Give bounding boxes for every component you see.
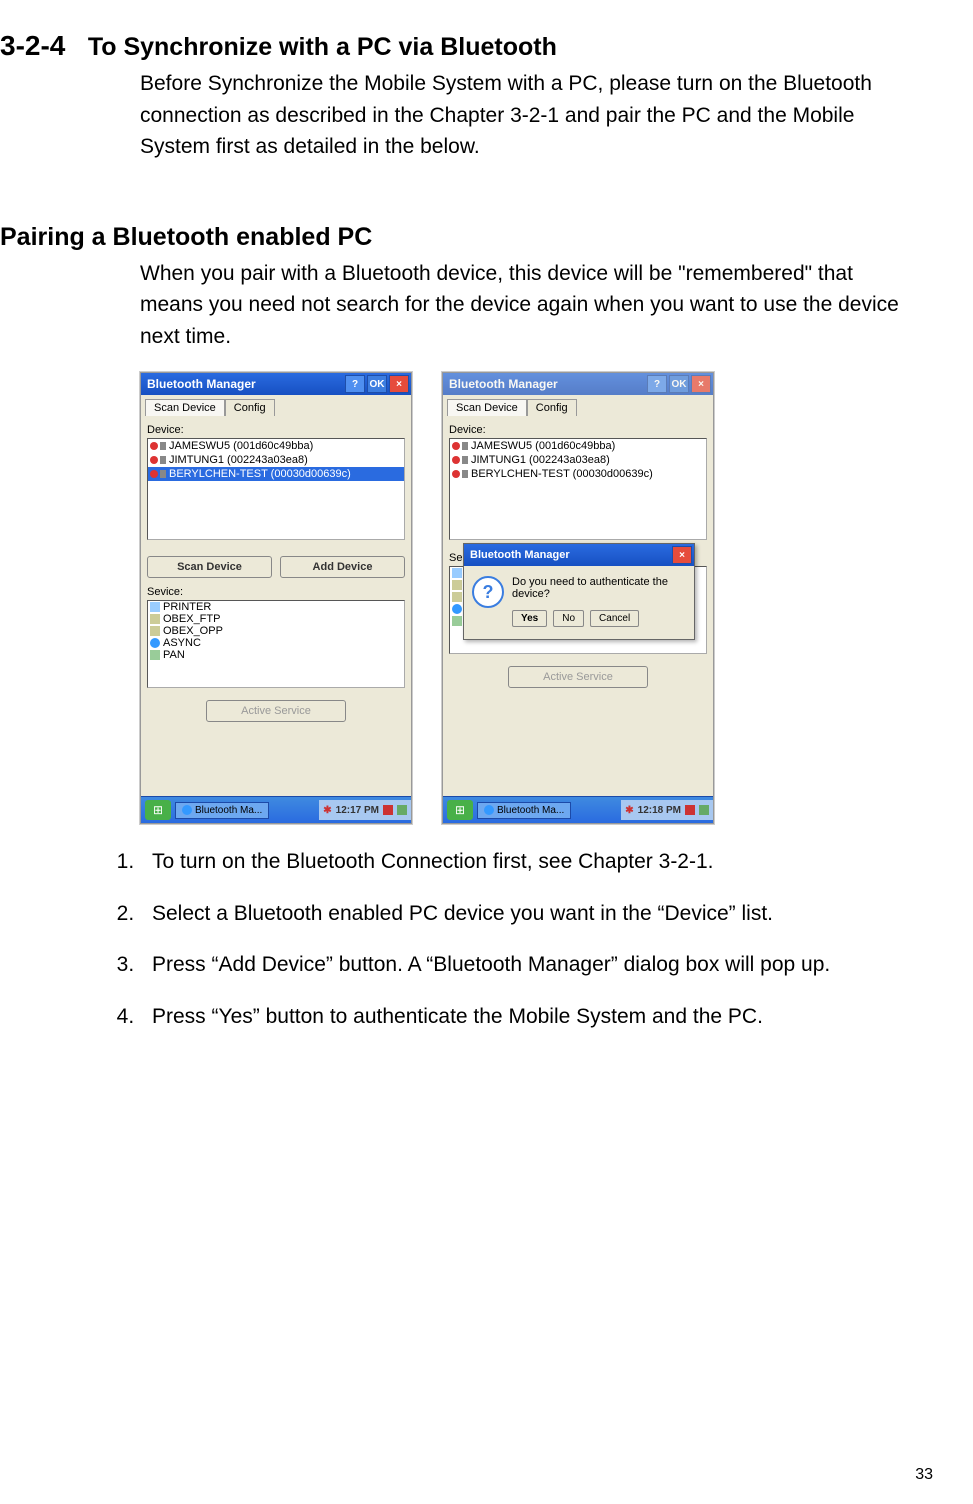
device-label: Device: <box>449 424 707 436</box>
list-item: PRINTER <box>148 601 404 613</box>
step-item: Press “Yes” button to authenticate the M… <box>140 1000 913 1034</box>
list-item[interactable]: JIMTUNG1 (002243a03ea8) <box>148 453 404 467</box>
close-button[interactable]: × <box>691 375 711 393</box>
tray-icon <box>699 805 709 815</box>
list-item[interactable]: JIMTUNG1 (002243a03ea8) <box>450 453 706 467</box>
dialog-message: Do you need to authenticate the device? <box>512 576 686 600</box>
list-item[interactable]: BERYLCHEN-TEST (00030d00639c) <box>450 467 706 481</box>
ok-button[interactable]: OK <box>669 375 689 393</box>
tab-config[interactable]: Config <box>527 399 577 416</box>
start-button[interactable]: ⊞ <box>447 800 473 820</box>
tray-time: 12:18 PM <box>638 805 681 816</box>
step-item: To turn on the Bluetooth Connection firs… <box>140 845 913 879</box>
tray-icon <box>685 805 695 815</box>
intro-paragraph: Before Synchronize the Mobile System wit… <box>140 68 913 163</box>
authenticate-dialog: Bluetooth Manager × ? Do you need to aut… <box>463 543 695 640</box>
system-tray[interactable]: ✱ 12:17 PM <box>319 800 411 820</box>
tray-time: 12:17 PM <box>336 805 379 816</box>
tray-icon: ✱ <box>625 805 633 816</box>
window-title: Bluetooth Manager <box>449 377 558 391</box>
screenshot-1: Bluetooth Manager ? OK × Scan Device Con… <box>140 372 412 824</box>
list-item: PAN <box>148 649 404 661</box>
system-tray[interactable]: ✱ 12:18 PM <box>621 800 713 820</box>
taskbar: ⊞ Bluetooth Ma... ✱ 12:17 PM <box>141 796 411 823</box>
add-device-button[interactable]: Add Device <box>280 556 405 578</box>
list-item[interactable]: JAMESWU5 (001d60c49bba) <box>148 439 404 453</box>
section-header: 3-2-4 To Synchronize with a PC via Bluet… <box>0 30 913 62</box>
question-icon: ? <box>472 576 504 608</box>
taskbar: ⊞ Bluetooth Ma... ✱ 12:18 PM <box>443 796 713 823</box>
list-item: ASYNC <box>148 637 404 649</box>
close-button[interactable]: × <box>389 375 409 393</box>
list-item[interactable]: JAMESWU5 (001d60c49bba) <box>450 439 706 453</box>
device-list[interactable]: JAMESWU5 (001d60c49bba) JIMTUNG1 (002243… <box>147 438 405 540</box>
tab-scan-device[interactable]: Scan Device <box>145 399 225 416</box>
service-list[interactable]: PRINTER OBEX_FTP OBEX_OPP ASYNC PAN <box>147 600 405 688</box>
pairing-intro: When you pair with a Bluetooth device, t… <box>140 258 913 353</box>
active-service-button[interactable]: Active Service <box>206 700 346 722</box>
titlebar: Bluetooth Manager ? OK × <box>443 373 713 395</box>
page-number: 33 <box>915 1466 933 1484</box>
tab-config[interactable]: Config <box>225 399 275 416</box>
step-item: Select a Bluetooth enabled PC device you… <box>140 897 913 931</box>
no-button[interactable]: No <box>553 610 584 627</box>
list-item: OBEX_FTP <box>148 613 404 625</box>
help-button[interactable]: ? <box>647 375 667 393</box>
ok-button[interactable]: OK <box>367 375 387 393</box>
screenshot-2: Bluetooth Manager ? OK × Scan Device Con… <box>442 372 714 824</box>
window-title: Bluetooth Manager <box>147 377 256 391</box>
yes-button[interactable]: Yes <box>512 610 547 627</box>
tab-strip: Scan Device Config <box>145 399 407 416</box>
list-item-selected[interactable]: BERYLCHEN-TEST (00030d00639c) <box>148 467 404 481</box>
steps-list: To turn on the Bluetooth Connection firs… <box>100 845 913 1033</box>
screenshot-row: Bluetooth Manager ? OK × Scan Device Con… <box>140 372 913 824</box>
tray-icon <box>383 805 393 815</box>
help-button[interactable]: ? <box>345 375 365 393</box>
device-label: Device: <box>147 424 405 436</box>
scan-device-button[interactable]: Scan Device <box>147 556 272 578</box>
titlebar: Bluetooth Manager ? OK × <box>141 373 411 395</box>
dialog-close-button[interactable]: × <box>672 546 692 564</box>
pairing-heading: Pairing a Bluetooth enabled PC <box>0 223 913 252</box>
start-button[interactable]: ⊞ <box>145 800 171 820</box>
taskbar-app[interactable]: Bluetooth Ma... <box>175 802 269 819</box>
tray-icon <box>397 805 407 815</box>
step-item: Press “Add Device” button. A “Bluetooth … <box>140 948 913 982</box>
taskbar-app[interactable]: Bluetooth Ma... <box>477 802 571 819</box>
tab-strip: Scan Device Config <box>447 399 709 416</box>
tray-icon: ✱ <box>323 805 331 816</box>
list-item: OBEX_OPP <box>148 625 404 637</box>
tab-scan-device[interactable]: Scan Device <box>447 399 527 416</box>
cancel-button[interactable]: Cancel <box>590 610 639 627</box>
section-number: 3-2-4 <box>0 30 65 62</box>
active-service-button[interactable]: Active Service <box>508 666 648 688</box>
device-list[interactable]: JAMESWU5 (001d60c49bba) JIMTUNG1 (002243… <box>449 438 707 540</box>
section-title: To Synchronize with a PC via Bluetooth <box>88 33 557 61</box>
dialog-titlebar: Bluetooth Manager × <box>464 544 694 566</box>
dialog-title: Bluetooth Manager <box>470 549 570 561</box>
service-label: Sevice: <box>147 586 405 598</box>
